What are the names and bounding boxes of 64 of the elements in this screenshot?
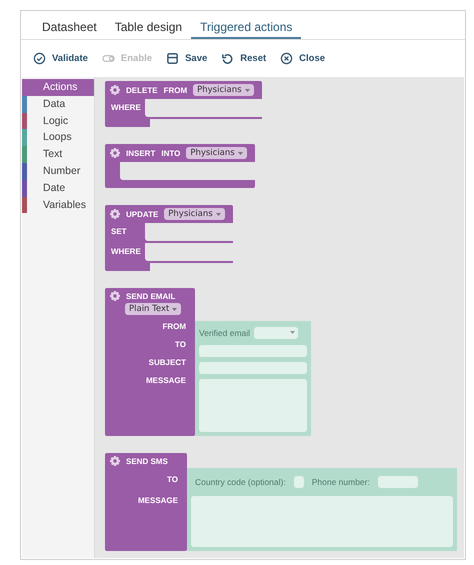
action-block[interactable]: SEND EMAIL Plain Text FROM TO SUBJECT MESSAGE [105, 288, 195, 436]
input-field[interactable] [199, 362, 307, 374]
message-field[interactable] [191, 496, 453, 547]
country-code-field[interactable] [294, 476, 304, 488]
category-item[interactable]: Data [22, 96, 94, 113]
category-item[interactable]: Loops [22, 129, 94, 146]
tab[interactable]: Table design [106, 11, 192, 39]
field-label: Phone number: [312, 477, 370, 488]
input-label: WHERE [111, 247, 141, 256]
input-field[interactable] [199, 344, 307, 356]
table-dropdown[interactable]: Physicians [164, 208, 225, 220]
block-keyword: FROM [164, 86, 188, 94]
gear-icon[interactable] [110, 209, 120, 219]
validate-button[interactable]: Validate [33, 52, 88, 65]
tab[interactable]: Triggered actions [191, 11, 302, 39]
input-label: SET [111, 227, 127, 236]
input-label: WHERE [111, 103, 141, 112]
gear-icon[interactable] [110, 148, 120, 158]
statement-block[interactable]: INSERT INTO Physicians [105, 144, 255, 188]
block-title: SEND EMAIL [126, 292, 176, 300]
caret-icon [216, 212, 221, 216]
tab[interactable]: Datasheet [33, 11, 106, 39]
gear-icon[interactable] [110, 291, 120, 301]
message-field[interactable] [199, 379, 307, 432]
reset-button[interactable]: Reset [221, 52, 266, 65]
check-circle-icon [33, 52, 46, 65]
dropdown-field[interactable] [254, 326, 298, 339]
block-keyword: UPDATE [126, 210, 158, 218]
input-label: FROM [162, 322, 186, 331]
gear-icon[interactable] [110, 456, 120, 466]
category-item[interactable]: Text [22, 146, 94, 163]
input-label: MESSAGE [138, 496, 178, 505]
input-label: TO [167, 475, 178, 484]
action-block[interactable]: SEND SMS TO MESSAGE [105, 453, 187, 551]
caret-icon [238, 152, 243, 154]
category-item[interactable]: Number [22, 162, 94, 180]
statement-block[interactable]: DELETE FROM Physicians WHERE [105, 81, 262, 127]
category-item[interactable]: Date [22, 180, 94, 197]
close-button[interactable]: Close [280, 52, 326, 65]
input-label: SUBJECT [148, 358, 186, 367]
reset-icon [221, 52, 234, 65]
input-label: MESSAGE [146, 376, 186, 385]
block-keyword: INTO [161, 148, 180, 158]
save-icon [166, 52, 180, 65]
category-item[interactable]: Logic [22, 112, 94, 130]
phone-field[interactable] [378, 476, 418, 488]
toggle-icon [102, 52, 115, 65]
field-label: Country code (optional): [195, 477, 286, 488]
block-keyword: INSERT [126, 148, 156, 158]
block-keyword: DELETE [126, 86, 158, 94]
caret-icon [172, 308, 178, 310]
field-label: Verified email [199, 328, 250, 338]
table-dropdown[interactable]: Physicians [193, 84, 254, 96]
block-title: SEND SMS [126, 456, 168, 466]
caret-icon [244, 88, 250, 92]
save-button[interactable]: Save [166, 52, 208, 65]
category-item[interactable]: Variables [22, 196, 94, 214]
input-label: TO [175, 340, 186, 349]
close-icon [280, 52, 294, 65]
format-dropdown[interactable]: Plain Text [125, 303, 182, 315]
gear-icon[interactable] [110, 85, 120, 95]
table-dropdown[interactable]: Physicians [186, 147, 247, 159]
statement-block[interactable]: UPDATE Physicians SET WHERE [105, 205, 233, 271]
caret-icon [290, 331, 296, 334]
